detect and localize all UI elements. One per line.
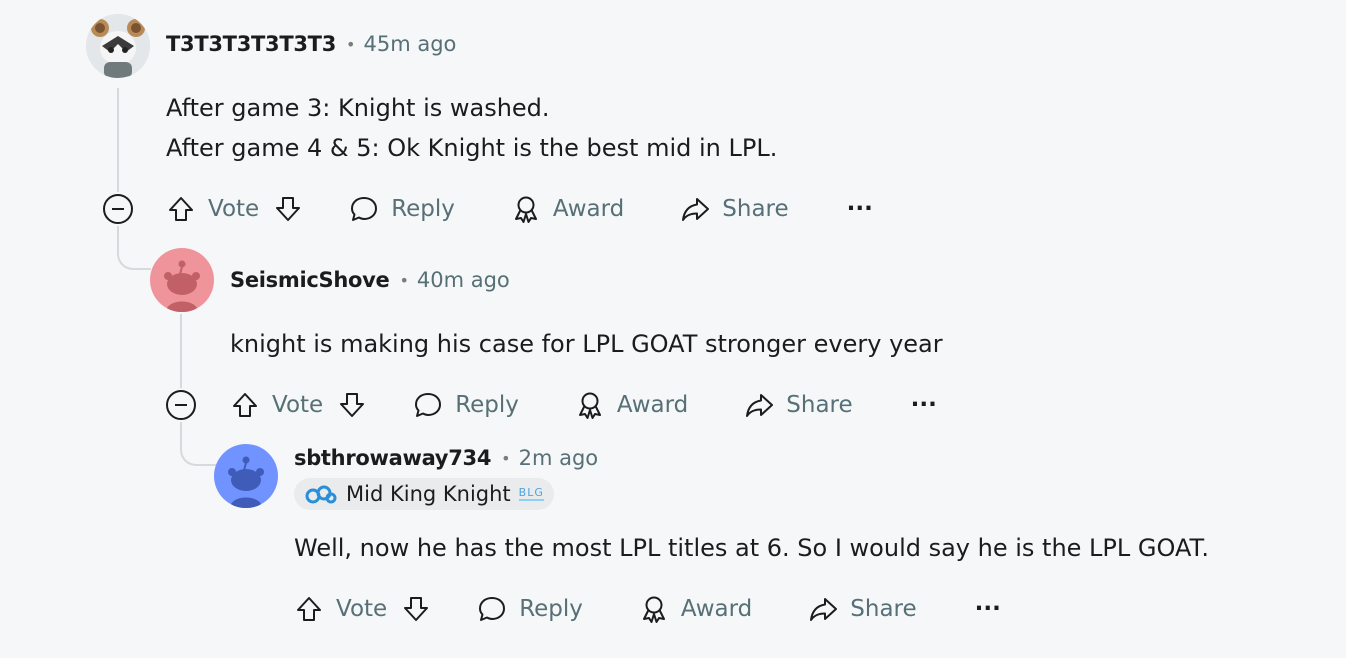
comment-line: After game 4 & 5: Ok Knight is the best …	[166, 134, 778, 162]
timestamp[interactable]: 2m ago	[519, 446, 599, 470]
cloud9-logo-icon	[305, 485, 337, 504]
thread-line-1	[117, 88, 119, 192]
share-arrow-icon	[682, 198, 710, 221]
share-arrow-icon	[746, 394, 774, 417]
downvote-button[interactable]	[401, 594, 431, 624]
reply-button[interactable]: Reply	[477, 594, 583, 624]
award-button[interactable]: Award	[511, 194, 624, 224]
snoo-avatar-icon	[214, 444, 278, 508]
share-arrow-icon	[810, 598, 838, 621]
thread-curve-1	[117, 226, 151, 270]
reply-label: Reply	[455, 392, 519, 418]
award-button[interactable]: Award	[575, 390, 688, 420]
more-options-button[interactable]: ···	[975, 596, 1001, 622]
flair-label: Mid King Knight	[346, 482, 511, 506]
avatar[interactable]	[150, 248, 214, 312]
reply-button[interactable]: Reply	[349, 194, 455, 224]
share-label: Share	[722, 196, 789, 222]
award-button[interactable]: Award	[639, 594, 752, 624]
thread-line-2	[180, 314, 182, 388]
team-logo-icon: BLG	[518, 486, 544, 501]
reply-label: Reply	[519, 596, 583, 622]
upvote-button[interactable]: Vote	[294, 594, 387, 624]
downvote-button[interactable]	[273, 194, 303, 224]
user-flair: Mid King Knight BLG	[294, 478, 554, 510]
avatar[interactable]	[86, 14, 150, 78]
vote-label: Vote	[272, 392, 324, 418]
avatar[interactable]	[214, 444, 278, 508]
upvote-arrow-icon	[297, 597, 321, 621]
meta-separator: •	[346, 34, 356, 54]
thread-curve-2	[180, 422, 216, 466]
more-dots-icon: ···	[910, 392, 937, 418]
comment-meta: T3T3T3T3T3T3 • 45m ago	[166, 32, 456, 56]
reply-label: Reply	[391, 196, 455, 222]
comment-body: Well, now he has the most LPL titles at …	[294, 528, 1209, 568]
award-ribbon-icon	[514, 196, 537, 223]
upvote-button[interactable]: Vote	[166, 194, 259, 224]
award-label: Award	[680, 596, 753, 622]
downvote-arrow-icon	[340, 393, 365, 417]
award-ribbon-icon	[642, 596, 665, 623]
comment-meta: SeismicShove • 40m ago	[230, 268, 510, 292]
more-options-button[interactable]: ···	[847, 196, 873, 222]
upvote-arrow-icon	[169, 197, 193, 221]
timestamp[interactable]: 45m ago	[363, 32, 456, 56]
snoo-avatar-icon	[150, 248, 214, 312]
award-label: Award	[616, 392, 689, 418]
comment-meta: sbthrowaway734 • 2m ago	[294, 446, 598, 470]
comment-line: After game 3: Knight is washed.	[166, 94, 550, 122]
mouse-ear-character-icon	[86, 14, 150, 78]
more-dots-icon: ···	[846, 196, 873, 222]
reply-button[interactable]: Reply	[413, 390, 519, 420]
username[interactable]: sbthrowaway734	[294, 446, 491, 470]
share-label: Share	[850, 596, 917, 622]
timestamp[interactable]: 40m ago	[417, 268, 510, 292]
speech-bubble-icon	[415, 393, 442, 417]
speech-bubble-icon	[479, 597, 506, 621]
award-ribbon-icon	[578, 392, 601, 419]
collapse-thread-button[interactable]	[166, 390, 196, 420]
speech-bubble-icon	[351, 197, 378, 221]
comment-actions: Vote Reply Award Share ···	[166, 189, 873, 229]
share-button[interactable]: Share	[680, 194, 789, 224]
comment-body: After game 3: Knight is washed. After ga…	[166, 88, 777, 168]
more-options-button[interactable]: ···	[911, 392, 937, 418]
meta-separator: •	[399, 270, 409, 290]
vote-label: Vote	[208, 196, 260, 222]
award-label: Award	[552, 196, 625, 222]
vote-label: Vote	[336, 596, 388, 622]
username[interactable]: SeismicShove	[230, 268, 390, 292]
comment-actions: Vote Reply Award Share ···	[294, 589, 1001, 629]
comment-actions: Vote Reply Award Share ···	[230, 385, 937, 425]
comment-line: knight is making his case for LPL GOAT s…	[230, 330, 943, 358]
upvote-arrow-icon	[233, 393, 257, 417]
share-button[interactable]: Share	[808, 594, 917, 624]
collapse-thread-button[interactable]	[103, 194, 133, 224]
share-button[interactable]: Share	[744, 390, 853, 420]
more-dots-icon: ···	[974, 596, 1001, 622]
downvote-arrow-icon	[276, 197, 301, 221]
upvote-button[interactable]: Vote	[230, 390, 323, 420]
comment-line: Well, now he has the most LPL titles at …	[294, 534, 1209, 562]
share-label: Share	[786, 392, 853, 418]
username[interactable]: T3T3T3T3T3T3	[166, 32, 336, 56]
downvote-arrow-icon	[404, 597, 429, 621]
downvote-button[interactable]	[337, 390, 367, 420]
meta-separator: •	[501, 448, 511, 468]
comment-body: knight is making his case for LPL GOAT s…	[230, 324, 943, 364]
